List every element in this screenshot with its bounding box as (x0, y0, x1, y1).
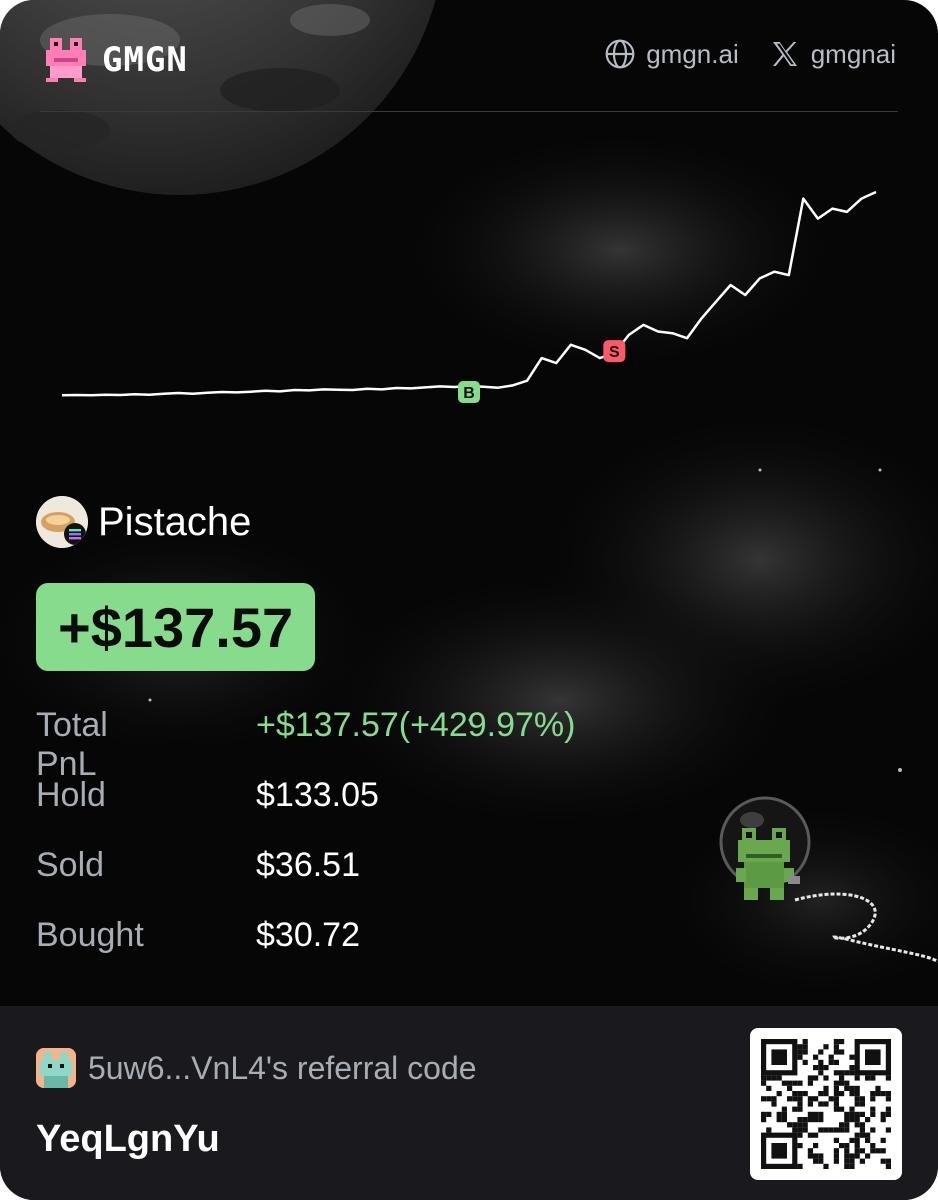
pnl-headline-badge: +$137.57 (36, 583, 316, 671)
website-link[interactable]: gmgn.ai (604, 38, 739, 70)
stat-label: Hold (36, 776, 106, 814)
user-avatar (36, 1048, 76, 1088)
stat-label: Sold (36, 846, 105, 884)
token-info: Pistache (36, 496, 251, 548)
frog-logo-icon (46, 38, 86, 82)
brand-name: GMGN (102, 40, 188, 80)
qr-code[interactable] (750, 1028, 902, 1180)
stat-value: $30.72 (256, 916, 360, 954)
stat-value: $133.05 (256, 776, 379, 814)
x-account-label: gmgnai (810, 38, 896, 69)
referral-label-row: 5uw6...VnL4's referral code (36, 1048, 477, 1088)
x-logo-icon (772, 42, 797, 66)
astronaut-frog-illustration (719, 796, 938, 964)
stat-value: +$137.57(+429.97%) (256, 706, 576, 744)
stat-label: Total PnL (36, 706, 108, 783)
sell-marker: S (603, 340, 626, 363)
stat-value: $36.51 (256, 846, 360, 884)
header-divider (40, 111, 898, 112)
marker-label: S (609, 344, 620, 361)
pnl-card: GMGN gmgn.ai gmgnai BS Pistache +$137.57… (0, 0, 938, 1200)
price-line (61, 190, 877, 397)
header-links: gmgn.ai gmgnai (604, 38, 896, 70)
x-account-link[interactable]: gmgnai (769, 38, 896, 70)
buy-marker: B (458, 381, 480, 404)
gmgn-logo: GMGN (46, 38, 188, 82)
referral-footer: 5uw6...VnL4's referral code YeqLgnYu (0, 1006, 938, 1200)
referral-label: 5uw6...VnL4's referral code (88, 1049, 477, 1086)
card-header: GMGN gmgn.ai gmgnai (0, 0, 938, 112)
globe-icon (605, 39, 635, 69)
price-chart: BS (61, 190, 877, 404)
marker-label: B (463, 385, 475, 402)
website-link-label: gmgn.ai (646, 38, 739, 69)
referral-code[interactable]: YeqLgnYu (36, 1118, 220, 1161)
stat-label: Bought (36, 916, 144, 954)
token-name: Pistache (98, 499, 252, 544)
token-avatar (36, 496, 88, 548)
